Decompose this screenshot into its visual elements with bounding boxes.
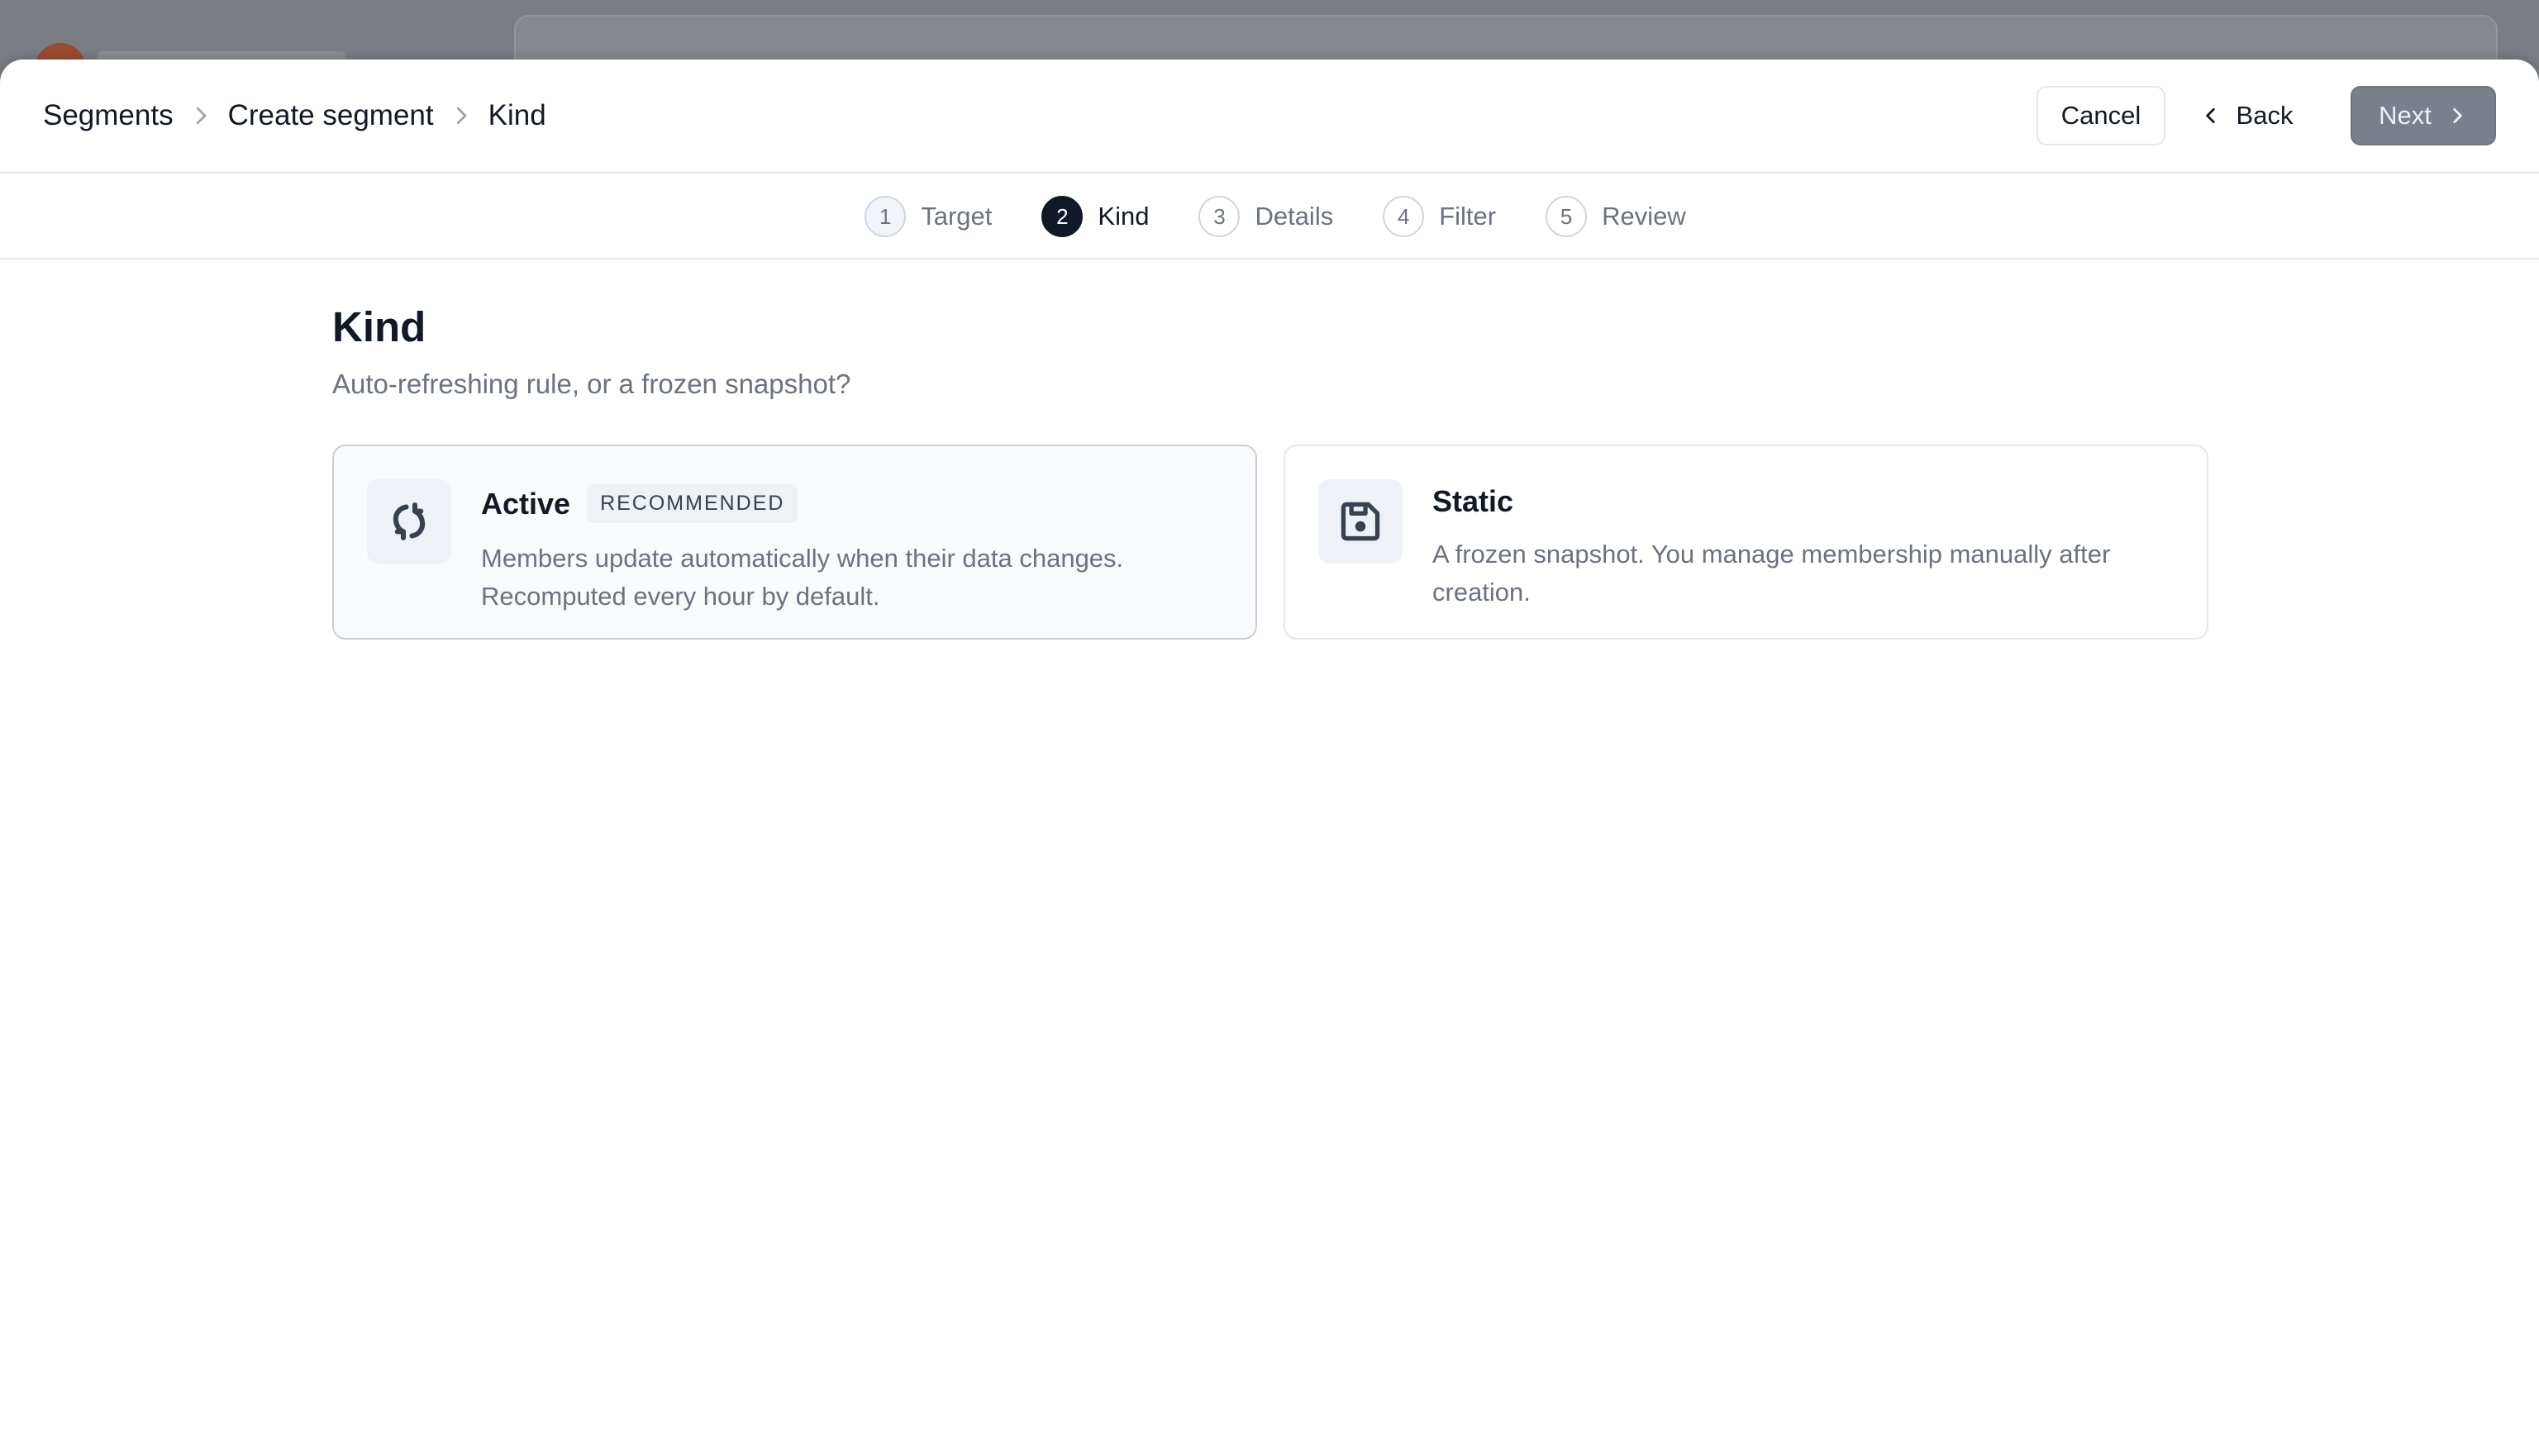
modal-header: Segments Create segment Kind Cancel Back… <box>0 59 2539 174</box>
wizard-stepper: 1 Target 2 Kind 3 Details 4 Filter 5 Rev… <box>0 175 2539 259</box>
cancel-button-label: Cancel <box>2060 101 2141 130</box>
breadcrumb-kind: Kind <box>488 99 546 131</box>
create-segment-modal: Segments Create segment Kind Cancel Back… <box>0 59 2539 1456</box>
step-target[interactable]: 1 Target <box>865 196 992 237</box>
chevron-right-icon <box>188 103 213 128</box>
option-card-body: Active RECOMMENDED Members update automa… <box>481 479 1123 638</box>
kind-options: Active RECOMMENDED Members update automa… <box>332 445 2208 640</box>
option-title: Static <box>1432 484 1514 519</box>
back-button[interactable]: Back <box>2184 86 2309 145</box>
option-card-active[interactable]: Active RECOMMENDED Members update automa… <box>332 445 1257 640</box>
option-description-line: Members update automatically when their … <box>481 544 1124 573</box>
page-subtitle: Auto-refreshing rule, or a frozen snapsh… <box>332 369 851 400</box>
option-description-line: A frozen snapshot. You manage membership… <box>1432 540 2111 569</box>
step-number: 3 <box>1198 196 1241 237</box>
step-kind[interactable]: 2 Kind <box>1041 196 1149 237</box>
step-number: 1 <box>865 196 907 237</box>
option-title: Active <box>481 486 571 521</box>
step-label: Review <box>1602 202 1686 231</box>
save-icon <box>1318 479 1403 564</box>
refresh-icon <box>367 479 451 564</box>
recommended-badge: RECOMMENDED <box>587 484 798 524</box>
page-title: Kind <box>332 303 426 350</box>
breadcrumb-create-segment[interactable]: Create segment <box>228 99 434 132</box>
step-filter[interactable]: 4 Filter <box>1383 196 1496 237</box>
option-description: Members update automatically when their … <box>481 540 1123 616</box>
step-label: Target <box>921 202 993 231</box>
option-description-line: creation. <box>1432 578 1531 607</box>
chevron-right-icon <box>449 103 474 128</box>
step-number: 5 <box>1546 196 1588 237</box>
option-title-row: Active RECOMMENDED <box>481 484 1123 524</box>
cancel-button[interactable]: Cancel <box>2036 86 2165 145</box>
step-label: Filter <box>1439 202 1497 231</box>
breadcrumb-segments[interactable]: Segments <box>43 99 174 132</box>
option-card-body: Static A frozen snapshot. You manage mem… <box>1432 479 2110 638</box>
step-content: Kind Auto-refreshing rule, or a frozen s… <box>332 303 2208 640</box>
header-actions: Cancel Back Next <box>2036 86 2496 145</box>
back-button-label: Back <box>2236 101 2294 130</box>
next-button[interactable]: Next <box>2351 86 2496 145</box>
chevron-left-icon <box>2200 105 2222 126</box>
next-button-label: Next <box>2379 101 2432 130</box>
step-number: 2 <box>1041 196 1084 237</box>
step-number: 4 <box>1383 196 1425 237</box>
option-description-line: Recomputed every hour by default. <box>481 582 880 611</box>
step-label: Details <box>1255 202 1334 231</box>
option-card-static[interactable]: Static A frozen snapshot. You manage mem… <box>1284 445 2208 640</box>
chevron-right-icon <box>2446 105 2468 126</box>
step-review[interactable]: 5 Review <box>1546 196 1686 237</box>
option-description: A frozen snapshot. You manage membership… <box>1432 535 2110 611</box>
step-details[interactable]: 3 Details <box>1198 196 1333 237</box>
breadcrumb: Segments Create segment Kind <box>43 99 546 132</box>
option-title-row: Static <box>1432 484 2110 519</box>
step-label: Kind <box>1098 202 1150 231</box>
